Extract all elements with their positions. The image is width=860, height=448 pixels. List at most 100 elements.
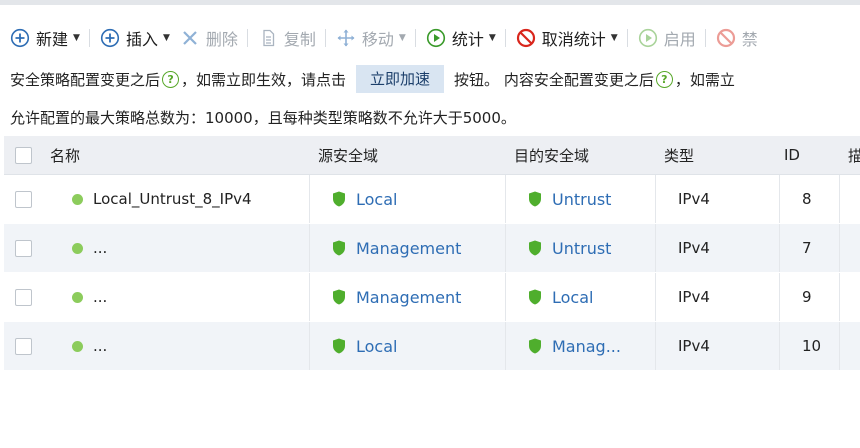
type-cell: IPv4 (656, 175, 780, 223)
column-header-dest-zone[interactable]: 目的安全域 (506, 136, 656, 174)
id-cell: 7 (780, 224, 840, 272)
source-zone-link[interactable]: Management (332, 239, 461, 258)
copy-button[interactable]: 复制 (248, 24, 316, 52)
column-header-name[interactable]: 名称 (42, 136, 310, 174)
dest-zone-link[interactable]: Local (528, 288, 593, 307)
source-zone-link[interactable]: Management (332, 288, 461, 307)
name-cell: ... (42, 322, 310, 370)
policy-table: 名称 源安全域 目的安全域 类型 ID 描 Local_Untrust_8_IP… (4, 136, 860, 371)
source-zone-label: Local (356, 189, 398, 209)
row-select (4, 273, 42, 321)
chevron-down-icon: ▼ (73, 33, 80, 43)
id-cell: 8 (780, 175, 840, 223)
policy-limit-text: 允许配置的最大策略总数为：10000，且每种类型策略数不允许大于5000。 (10, 109, 516, 127)
accelerate-now-button[interactable]: 立即加速 (356, 65, 445, 93)
row-checkbox[interactable] (14, 239, 32, 257)
dest-zone-cell: Untrust (506, 224, 656, 272)
enable-button[interactable]: 启用 (628, 24, 696, 52)
row-select (4, 224, 42, 272)
new-label: 新建 (36, 30, 69, 49)
source-zone-label: Management (356, 238, 462, 258)
source-zone-cell: Local (310, 175, 506, 223)
name-cell: Local_Untrust_8_IPv4 (42, 175, 310, 223)
id-value: 9 (802, 288, 812, 306)
plus-circle-icon (10, 28, 30, 48)
help-icon[interactable]: ? (162, 70, 180, 88)
no-entry-icon (516, 28, 536, 48)
insert-label: 插入 (125, 30, 158, 49)
row-checkbox[interactable] (14, 288, 32, 306)
help-icon[interactable]: ? (655, 70, 673, 88)
type-cell: IPv4 (656, 224, 780, 272)
name-cell: ... (42, 224, 310, 272)
chevron-down-icon: ▼ (610, 33, 618, 43)
move-button[interactable]: 移动 ▼ (326, 24, 406, 52)
column-header-type[interactable]: 类型 (656, 136, 780, 174)
dest-zone-link[interactable]: Untrust (528, 190, 611, 209)
notice-text: ，如需立 (674, 70, 735, 89)
cancel-statistics-button[interactable]: 取消统计 ▼ (506, 24, 618, 52)
policy-name: ... (93, 288, 108, 306)
chevron-down-icon: ▼ (398, 33, 406, 43)
row-checkbox[interactable] (14, 190, 32, 208)
id-cell: 10 (780, 322, 840, 370)
dest-zone-label: Manag... (552, 336, 621, 356)
source-zone-link[interactable]: Local (332, 337, 397, 356)
table-row[interactable]: ... Management Untrust IPv4 7 (4, 224, 860, 273)
shield-icon (529, 289, 541, 305)
statistics-button[interactable]: 统计 ▼ (416, 24, 496, 52)
disable-label: 禁 (741, 30, 758, 49)
shield-icon (333, 240, 345, 256)
statistics-label: 统计 (451, 30, 484, 49)
x-icon (180, 28, 200, 48)
header-select-all (4, 136, 42, 174)
source-zone-cell: Local (310, 322, 506, 370)
policy-name: ... (93, 337, 108, 355)
column-header-source-zone[interactable]: 源安全域 (310, 136, 506, 174)
source-zone-link[interactable]: Local (332, 190, 397, 209)
type-value: IPv4 (678, 288, 710, 306)
dest-zone-link[interactable]: Manag... (528, 337, 621, 356)
table-row[interactable]: Local_Untrust_8_IPv4 Local Untrust IPv4 … (4, 175, 860, 224)
dest-zone-cell: Untrust (506, 175, 656, 223)
disable-button[interactable]: 禁 (706, 24, 758, 52)
row-select (4, 322, 42, 370)
plus-circle-icon (100, 28, 120, 48)
type-value: IPv4 (678, 239, 710, 257)
notice-text: 按钮。 内容安全配置变更之后 (454, 70, 654, 89)
source-zone-cell: Management (310, 224, 506, 272)
toolbar: 新建 ▼ 插入 ▼ 删除 复制 移动 ▼ 统计 ▼ 取消统计 ▼ 启用 禁 (0, 24, 860, 52)
play-circle-icon (426, 28, 446, 48)
source-zone-label: Management (356, 287, 462, 307)
status-dot-icon (72, 340, 83, 352)
name-cell: ... (42, 273, 310, 321)
column-header-description[interactable]: 描 (840, 136, 860, 174)
insert-button[interactable]: 插入 ▼ (90, 24, 170, 52)
id-value: 8 (802, 190, 812, 208)
table-row[interactable]: ... Management Local IPv4 9 (4, 273, 860, 322)
new-button[interactable]: 新建 ▼ (0, 24, 80, 52)
chevron-down-icon: ▼ (162, 33, 170, 43)
column-header-id[interactable]: ID (780, 136, 840, 174)
description-cell (840, 224, 860, 272)
delete-button[interactable]: 删除 (170, 24, 238, 52)
row-checkbox[interactable] (14, 337, 32, 355)
policy-name: ... (93, 239, 108, 257)
select-all-checkbox[interactable] (14, 146, 32, 164)
copy-icon (258, 28, 278, 48)
shield-icon (529, 191, 541, 207)
row-select (4, 175, 42, 223)
table-row[interactable]: ... Local Manag... IPv4 10 (4, 322, 860, 371)
table-header: 名称 源安全域 目的安全域 类型 ID 描 (4, 136, 860, 175)
copy-label: 复制 (283, 30, 316, 49)
no-entry-icon (716, 28, 736, 48)
id-value: 7 (802, 239, 812, 257)
delete-label: 删除 (205, 30, 238, 49)
shield-icon (333, 338, 345, 354)
shield-icon (333, 289, 345, 305)
dest-zone-link[interactable]: Untrust (528, 239, 611, 258)
description-cell (840, 273, 860, 321)
description-cell (840, 175, 860, 223)
source-zone-label: Local (356, 336, 398, 356)
dest-zone-label: Untrust (552, 189, 612, 209)
